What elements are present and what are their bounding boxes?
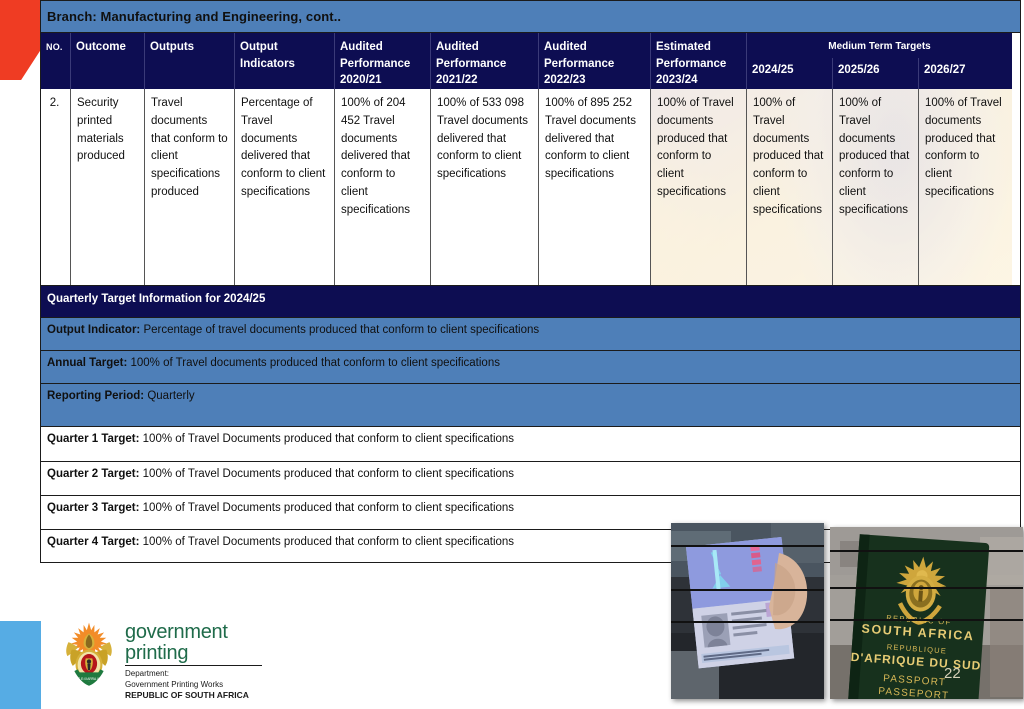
column-header-mtt-2025-26: 2025/26 <box>833 58 919 90</box>
cell-mtt-2026-27: 100% of Travel documents produced that c… <box>925 97 1002 199</box>
row-quarter-1-target: Quarter 1 Target: 100% of Travel Documen… <box>40 426 1021 462</box>
quarterly-section-title-text: Quarterly Target Information for 2024/25 <box>47 293 266 306</box>
blue-corner-decoration <box>0 621 41 709</box>
cell-output-indicators: Percentage of Travel documents delivered… <box>235 89 335 286</box>
table-row-number: 2. <box>41 89 71 286</box>
column-header-audited-2022-23: Audited Performance 2022/23 <box>539 33 651 90</box>
south-africa-coat-of-arms-icon: !KE E:/XARRA //KE <box>66 622 112 686</box>
value-quarter-2-target: 100% of Travel Documents produced that c… <box>142 468 515 481</box>
label-annual-target: Annual Target: <box>47 357 128 370</box>
logo-wordmark: government printing Department: Governme… <box>125 618 262 702</box>
column-header-outputs: Outputs <box>145 33 235 90</box>
department-block: Department: Government Printing Works RE… <box>125 669 262 702</box>
value-quarter-4-target: 100% of Travel Documents produced that c… <box>142 536 515 549</box>
label-output-indicator: Output Indicator: <box>47 324 141 337</box>
column-header-mtt-2026-27: 2026/27 <box>919 58 1012 90</box>
cell-estimated-2023-24: 100% of Travel documents produced that c… <box>651 89 747 286</box>
value-quarter-1-target: 100% of Travel Documents produced that c… <box>142 433 515 446</box>
department-name: Government Printing Works <box>125 679 224 689</box>
passport-cover-photo: REPUBLIC OF SOUTH AFRICA REPUBLIQUE D'AF… <box>830 527 1023 699</box>
label-reporting-period: Reporting Period: <box>47 390 145 403</box>
label-quarter-4-target: Quarter 4 Target: <box>47 536 140 549</box>
page-title: Branch: Manufacturing and Engineering, c… <box>47 9 342 24</box>
logo-line-printing: printing <box>125 642 262 667</box>
logo-line-government: government <box>125 621 228 643</box>
row-reporting-period: Reporting Period: Quarterly <box>40 383 1021 427</box>
cell-mtt-2024-25: 100% of Travel documents produced that c… <box>747 89 833 286</box>
column-header-mtt-2024-25: 2024/25 <box>747 58 833 90</box>
column-header-outcome: Outcome <box>71 33 145 90</box>
cell-mtt-2025-26: 100% of Travel documents produced that c… <box>833 89 919 286</box>
label-quarter-1-target: Quarter 1 Target: <box>47 433 140 446</box>
label-quarter-3-target: Quarter 3 Target: <box>47 502 140 515</box>
department-label: Department: <box>125 669 170 679</box>
row-annual-target: Annual Target: 100% of Travel documents … <box>40 350 1021 384</box>
row-quarter-2-target: Quarter 2 Target: 100% of Travel Documen… <box>40 461 1021 496</box>
table-grid: NO. Outcome Outputs Output Indicators Au… <box>40 32 1021 286</box>
column-header-medium-term-targets: Medium Term Targets <box>747 33 1012 59</box>
slide-title-bar: Branch: Manufacturing and Engineering, c… <box>40 0 1021 32</box>
cell-audited-2022-23: 100% of 895 252 Travel documents deliver… <box>539 89 651 286</box>
column-header-estimated-2023-24: Estimated Performance 2023/24 <box>651 33 747 90</box>
row-output-indicator: Output Indicator: Percentage of travel d… <box>40 317 1021 351</box>
row-quarter-3-target: Quarter 3 Target: 100% of Travel Documen… <box>40 495 1021 530</box>
passport-uv-photo <box>671 523 824 699</box>
value-output-indicator: Percentage of travel documents produced … <box>143 324 540 337</box>
cell-audited-2021-22: 100% of 533 098 Travel documents deliver… <box>431 89 539 286</box>
label-quarter-2-target: Quarter 2 Target: <box>47 468 140 481</box>
footer-logo: !KE E:/XARRA //KE government printing De… <box>62 618 262 702</box>
quarterly-section-title: Quarterly Target Information for 2024/25 <box>40 285 1021 318</box>
value-reporting-period: Quarterly <box>147 390 195 403</box>
value-quarter-3-target: 100% of Travel Documents produced that c… <box>142 502 515 515</box>
svg-text:!KE E:/XARRA //KE: !KE E:/XARRA //KE <box>75 677 104 681</box>
cell-audited-2020-21: 100% of 204 452 Travel documents deliver… <box>335 89 431 286</box>
column-header-audited-2020-21: Audited Performance 2020/21 <box>335 33 431 90</box>
red-corner-decoration <box>0 0 44 80</box>
column-header-output-indicators: Output Indicators <box>235 33 335 90</box>
slide-canvas: Branch: Manufacturing and Engineering, c… <box>0 0 1024 709</box>
column-header-audited-2021-22: Audited Performance 2021/22 <box>431 33 539 90</box>
page-number: 22 <box>944 665 961 682</box>
cell-outcome: Security printed materials produced <box>71 89 145 286</box>
value-annual-target: 100% of Travel documents produced that c… <box>130 357 500 370</box>
column-header-no: NO. <box>41 33 71 90</box>
performance-table: Branch: Manufacturing and Engineering, c… <box>40 0 1021 564</box>
cell-outputs: Travel documents that conform to client … <box>145 89 235 286</box>
department-country: REPUBLIC OF SOUTH AFRICA <box>125 690 249 701</box>
